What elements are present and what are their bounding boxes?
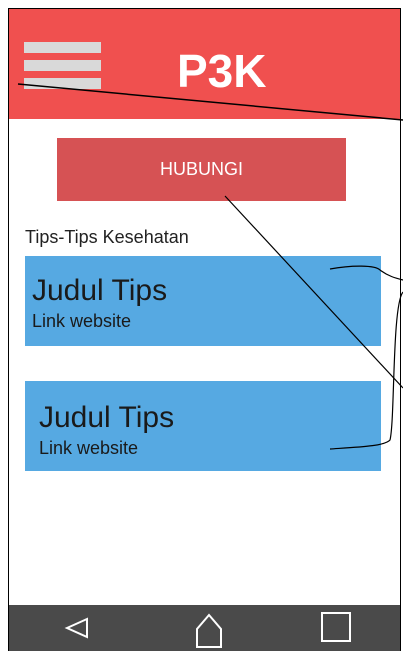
hubungi-button[interactable]: HUBUNGI <box>57 138 346 201</box>
tip-title: Judul Tips <box>39 401 175 434</box>
app-header: P3K <box>9 9 400 119</box>
tip-link[interactable]: Link website <box>32 311 131 332</box>
back-triangle-icon[interactable] <box>52 605 112 651</box>
recents-square-icon[interactable] <box>306 605 366 651</box>
phone-screen: P3K HUBUNGI Tips-Tips Kesehatan Judul Ti… <box>8 8 401 651</box>
tip-link[interactable]: Link website <box>39 438 138 459</box>
tip-title: Judul Tips <box>32 274 168 307</box>
section-title: Tips-Tips Kesehatan <box>25 227 189 247</box>
home-icon[interactable] <box>179 605 239 651</box>
tip-card[interactable]: Judul Tips Link website <box>25 381 381 471</box>
hamburger-menu-icon[interactable] <box>24 42 101 90</box>
app-title: P3K <box>177 45 267 97</box>
android-nav-bar <box>9 605 400 651</box>
tip-card[interactable]: Judul Tips Link website <box>25 256 381 346</box>
